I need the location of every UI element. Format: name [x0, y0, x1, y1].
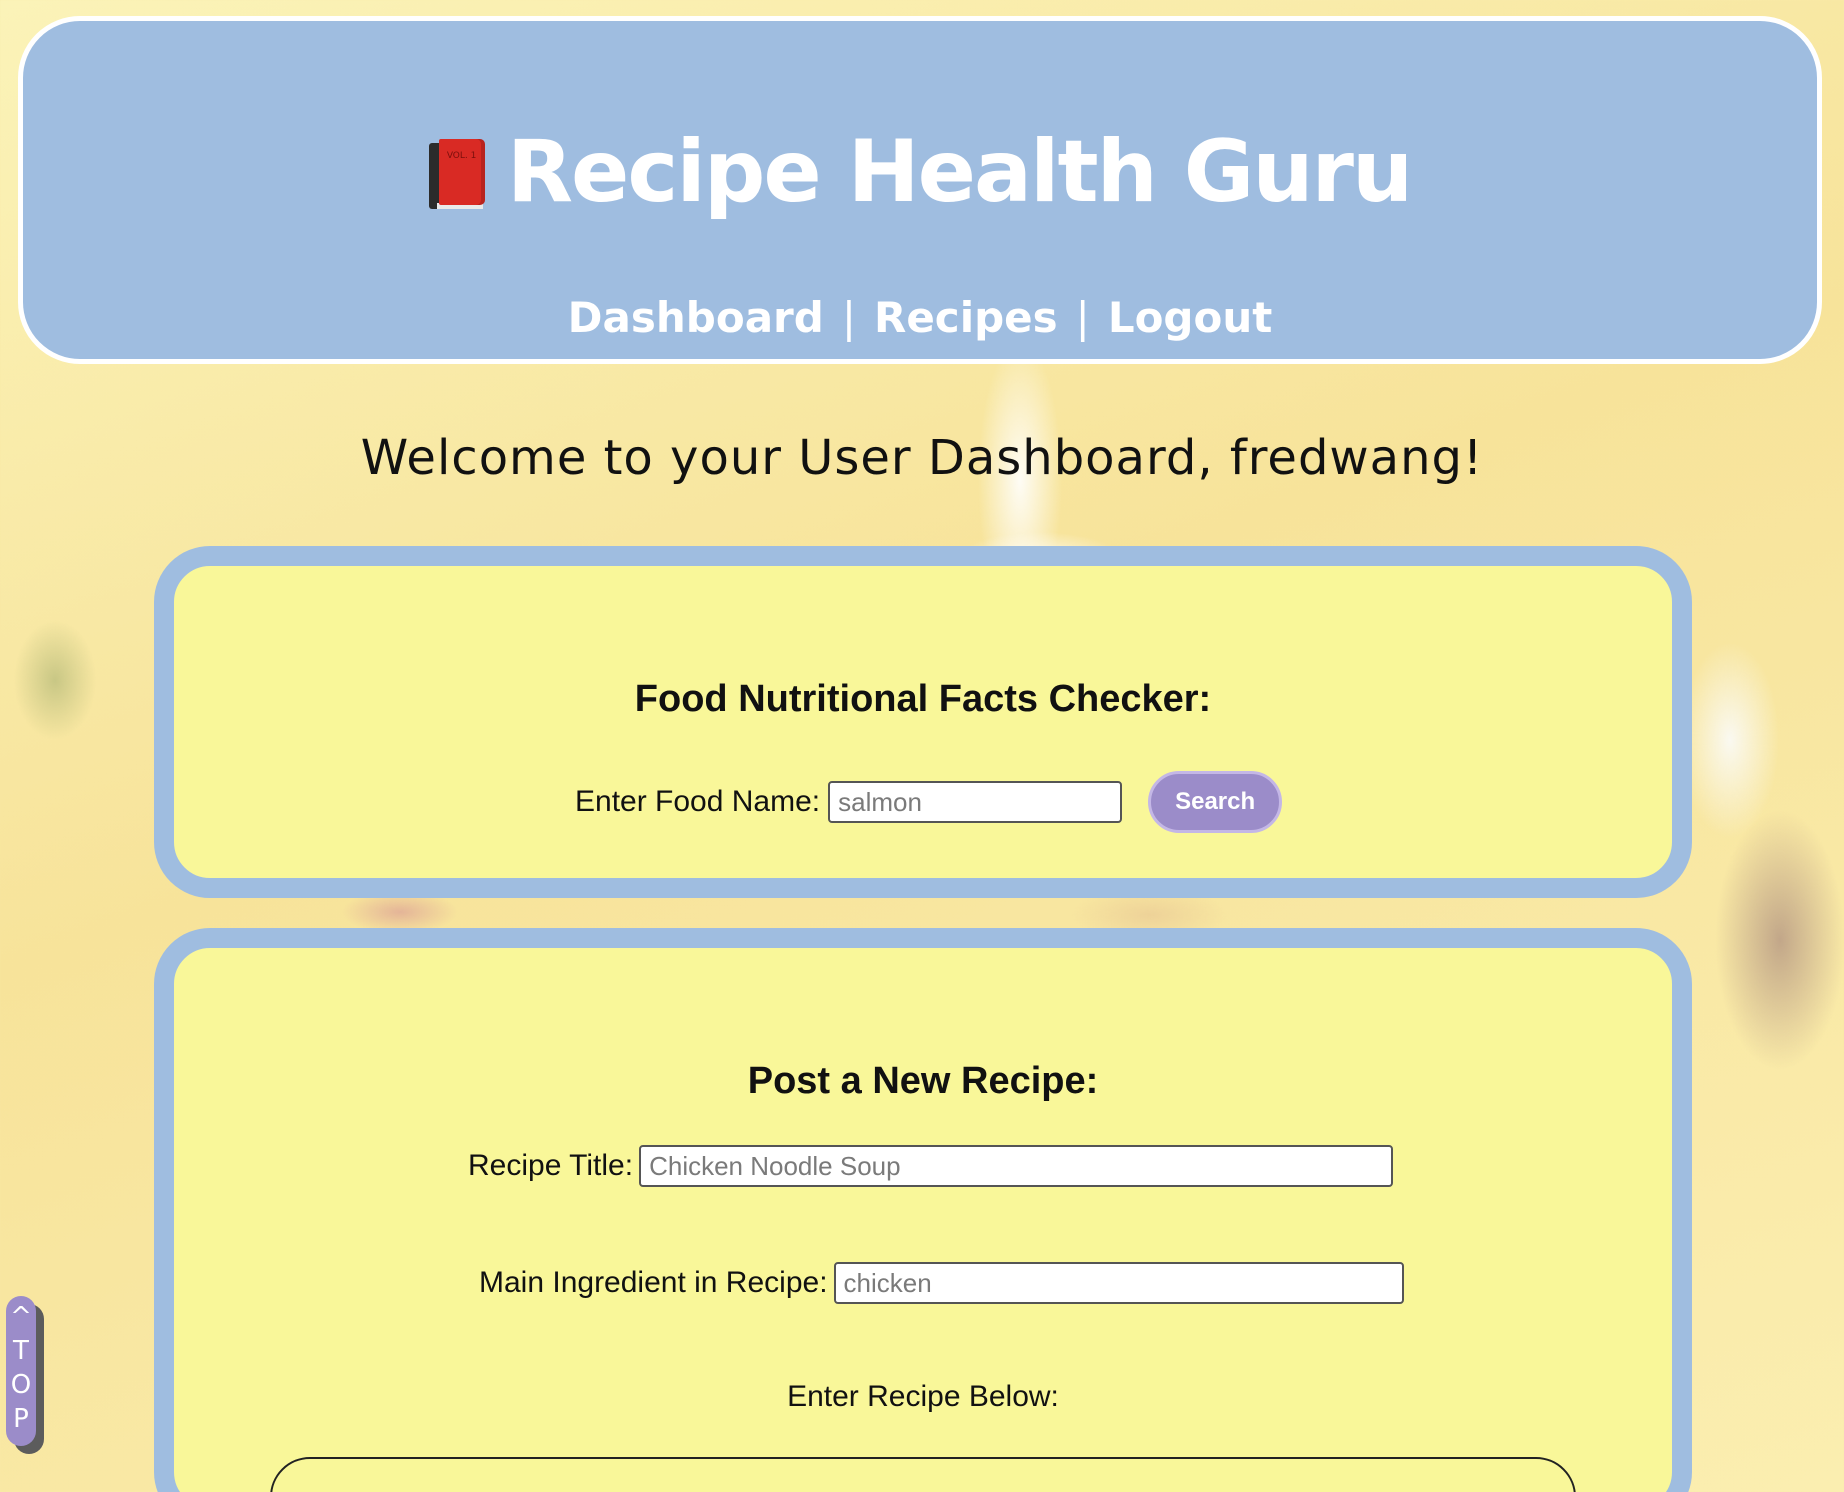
brand: VOL. 1 Recipe Health Guru: [23, 129, 1817, 215]
food-checker-heading: Food Nutritional Facts Checker:: [634, 678, 1212, 720]
nav-separator: |: [1075, 293, 1090, 342]
food-search-row: Enter Food Name: Search: [575, 771, 1283, 833]
recipe-title-row: Recipe Title:: [468, 1145, 1394, 1187]
recipe-title-input[interactable]: [639, 1145, 1394, 1187]
nav-separator: |: [841, 293, 856, 342]
recipe-form-panel: Post a New Recipe: Recipe Title: Main In…: [154, 928, 1692, 1492]
main-ingredient-label: Main Ingredient in Recipe:: [479, 1266, 828, 1299]
recipe-body-textarea[interactable]: [270, 1457, 1576, 1492]
back-to-top-button[interactable]: ^ T O P: [6, 1296, 36, 1446]
book-vol-label: VOL. 1: [446, 151, 477, 161]
nav-link-logout[interactable]: Logout: [1108, 293, 1273, 342]
food-name-label: Enter Food Name:: [575, 785, 821, 818]
main-nav: Dashboard | Recipes | Logout: [23, 293, 1817, 342]
main-ingredient-row: Main Ingredient in Recipe:: [479, 1262, 1404, 1304]
nav-link-recipes[interactable]: Recipes: [874, 293, 1058, 342]
recipe-body-label: Enter Recipe Below:: [787, 1380, 1059, 1413]
book-cover: [438, 139, 485, 205]
main-ingredient-input[interactable]: [833, 1262, 1404, 1304]
food-name-input[interactable]: [828, 781, 1123, 823]
search-button[interactable]: Search: [1148, 771, 1283, 833]
nav-link-dashboard[interactable]: Dashboard: [568, 293, 824, 342]
book-icon: VOL. 1: [428, 139, 485, 211]
food-checker-panel: Food Nutritional Facts Checker: Enter Fo…: [154, 546, 1692, 898]
welcome-heading: Welcome to your User Dashboard, fredwang…: [360, 430, 1484, 486]
recipe-title-label: Recipe Title:: [468, 1149, 634, 1182]
recipe-form-heading: Post a New Recipe:: [747, 1060, 1099, 1102]
app-title: Recipe Health Guru: [506, 122, 1413, 222]
site-header: VOL. 1 Recipe Health Guru Dashboard | Re…: [18, 16, 1822, 364]
